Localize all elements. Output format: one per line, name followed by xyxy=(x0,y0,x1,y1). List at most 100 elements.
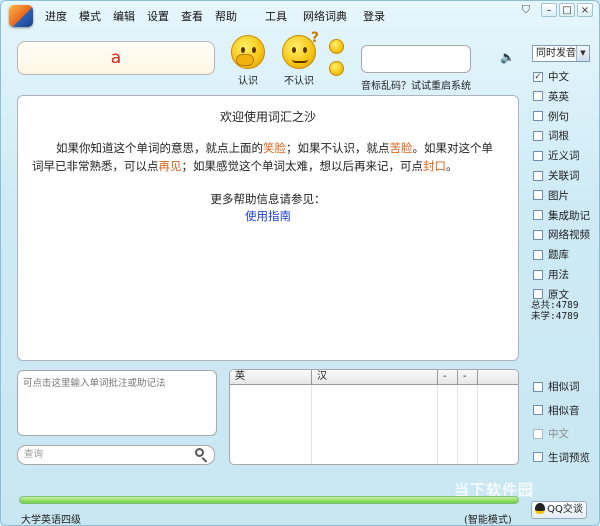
menu-bar: 进度 模式 编辑 设置 查看 帮助 xyxy=(45,8,249,24)
menu-settings[interactable]: 设置 xyxy=(147,8,169,24)
menu-online-dictionary[interactable]: 网络词典 xyxy=(303,8,347,24)
checkbox[interactable] xyxy=(533,428,543,439)
option-label: 中文 xyxy=(548,428,569,440)
table-body xyxy=(230,385,518,464)
goodbye-face-icon[interactable] xyxy=(329,39,344,54)
menu-edit[interactable]: 编辑 xyxy=(113,8,135,24)
checkbox[interactable] xyxy=(533,130,543,141)
checkbox[interactable] xyxy=(533,170,543,181)
minimize-button[interactable]: – xyxy=(541,3,557,17)
option-label: 图片 xyxy=(548,189,569,202)
checkbox[interactable] xyxy=(533,150,543,161)
menu-view[interactable]: 查看 xyxy=(181,8,203,24)
option-label: 词根 xyxy=(548,130,569,143)
text-segment: ；如果不认识，就点 xyxy=(286,141,390,155)
column-header-extra-2[interactable]: - xyxy=(458,370,478,384)
checkbox[interactable] xyxy=(533,381,543,392)
note-input[interactable]: 可点击这里输入单词批注或助记法 xyxy=(17,370,217,436)
qq-chat-button[interactable]: QQ交谈 xyxy=(531,501,587,519)
bottom-option[interactable]: 相似音 xyxy=(533,403,580,418)
bottom-option[interactable]: 中文 xyxy=(533,426,569,441)
study-mode: (智能模式) xyxy=(464,515,512,526)
column-header-chinese[interactable]: 汉 xyxy=(312,370,438,384)
seal-face-icon[interactable] xyxy=(329,61,344,76)
display-option[interactable]: 网络视频 xyxy=(533,227,590,242)
more-help-text: 更多帮助信息请参见： xyxy=(210,192,326,206)
bottom-option[interactable]: 生词预览 xyxy=(533,450,590,465)
search-icon[interactable] xyxy=(194,447,210,463)
checkbox[interactable] xyxy=(533,452,543,462)
text-segment: 。 xyxy=(446,159,458,173)
bottom-option[interactable]: 相似词 xyxy=(533,379,580,394)
table-header: 英 汉 - - xyxy=(230,370,518,385)
chevron-down-icon: ▼ xyxy=(576,46,589,61)
phonetic-display xyxy=(361,45,471,73)
option-label: 题库 xyxy=(548,249,569,262)
display-option[interactable]: ✓ 中文 xyxy=(533,69,569,84)
title-bar: 进度 模式 编辑 设置 查看 帮助 工具 网络词典 登录 ⛉ – □ × xyxy=(1,1,599,31)
display-option[interactable]: 图片 xyxy=(533,188,569,203)
display-option[interactable]: 近义词 xyxy=(533,148,580,163)
option-label: 近义词 xyxy=(548,150,580,163)
option-label: 相似词 xyxy=(548,381,580,393)
laughing-face-icon xyxy=(231,35,265,69)
checkbox[interactable] xyxy=(533,289,543,300)
search-input[interactable]: 查询 xyxy=(17,445,215,465)
option-label: 关联词 xyxy=(548,170,580,182)
menu-tools[interactable]: 工具 xyxy=(265,8,287,24)
option-label: 集成助记 xyxy=(548,209,590,222)
display-option[interactable]: 词根 xyxy=(533,128,569,143)
option-label: 英英 xyxy=(548,90,569,103)
column-header-extra-1[interactable]: - xyxy=(438,370,458,384)
know-button[interactable]: 认识 xyxy=(231,35,265,87)
option-label: 网络视频 xyxy=(548,229,590,242)
checkbox[interactable] xyxy=(533,111,543,122)
checkbox[interactable]: ✓ xyxy=(533,71,543,82)
menu-progress[interactable]: 进度 xyxy=(45,8,67,24)
wordbook-name: 大学英语四级 xyxy=(21,515,81,526)
main-content-pane: 欢迎使用词汇之沙 如果你知道这个单词的意思，就点上面的笑脸；如果不认识，就点苦脸… xyxy=(17,95,519,361)
display-option[interactable]: 集成助记 xyxy=(533,208,590,223)
menu-login[interactable]: 登录 xyxy=(363,8,385,24)
puzzled-face-icon: ? xyxy=(282,30,319,69)
goodbye-keyword: 再见 xyxy=(158,159,182,173)
mode-select-value: 同时发音 xyxy=(536,48,576,59)
speaker-icon[interactable]: 🔈 xyxy=(500,50,515,64)
app-logo-icon xyxy=(9,5,33,27)
user-guide-link[interactable]: 使用指南 xyxy=(32,208,504,225)
menu-mode[interactable]: 模式 xyxy=(79,8,101,24)
checkbox[interactable] xyxy=(533,210,543,221)
qq-chat-label: QQ交谈 xyxy=(547,504,583,515)
option-label: 中文 xyxy=(548,71,569,83)
current-word: a xyxy=(17,41,215,75)
display-option[interactable]: 英英 xyxy=(533,89,569,104)
know-label: 认识 xyxy=(238,76,258,87)
word-stats: 总共:4789 未学:4789 xyxy=(531,300,579,322)
display-option[interactable]: 关联词 xyxy=(533,168,580,183)
display-option[interactable]: 题库 xyxy=(533,247,569,262)
option-label: 例句 xyxy=(548,110,569,123)
checkbox[interactable] xyxy=(533,269,543,280)
checkbox[interactable] xyxy=(533,405,543,415)
menu-help[interactable]: 帮助 xyxy=(215,8,237,24)
checkbox[interactable] xyxy=(533,190,543,201)
window-controls: ⛉ – □ × xyxy=(519,3,593,17)
smile-keyword: 笑脸 xyxy=(263,141,286,155)
checkbox[interactable] xyxy=(533,91,543,102)
pronunciation-mode-select[interactable]: 同时发音 ▼ xyxy=(532,45,590,62)
dont-know-button[interactable]: ? 不认识 xyxy=(279,30,319,87)
display-option[interactable]: 用法 xyxy=(533,267,569,282)
phonetic-help-link[interactable]: 音标乱码？试试重启系统 xyxy=(361,77,471,92)
maximize-button[interactable]: □ xyxy=(559,3,575,17)
option-label: 相似音 xyxy=(548,404,580,417)
checkbox[interactable] xyxy=(533,249,543,260)
progress-bar xyxy=(19,496,519,504)
display-option[interactable]: 例句 xyxy=(533,109,569,124)
skin-icon[interactable]: ⛉ xyxy=(519,3,533,17)
checkbox[interactable] xyxy=(533,229,543,240)
close-button[interactable]: × xyxy=(577,3,593,17)
total-count: 总共:4789 xyxy=(531,300,579,311)
column-header-english[interactable]: 英 xyxy=(230,370,312,384)
dont-know-label: 不认识 xyxy=(284,76,314,87)
welcome-title: 欢迎使用词汇之沙 xyxy=(219,110,316,124)
